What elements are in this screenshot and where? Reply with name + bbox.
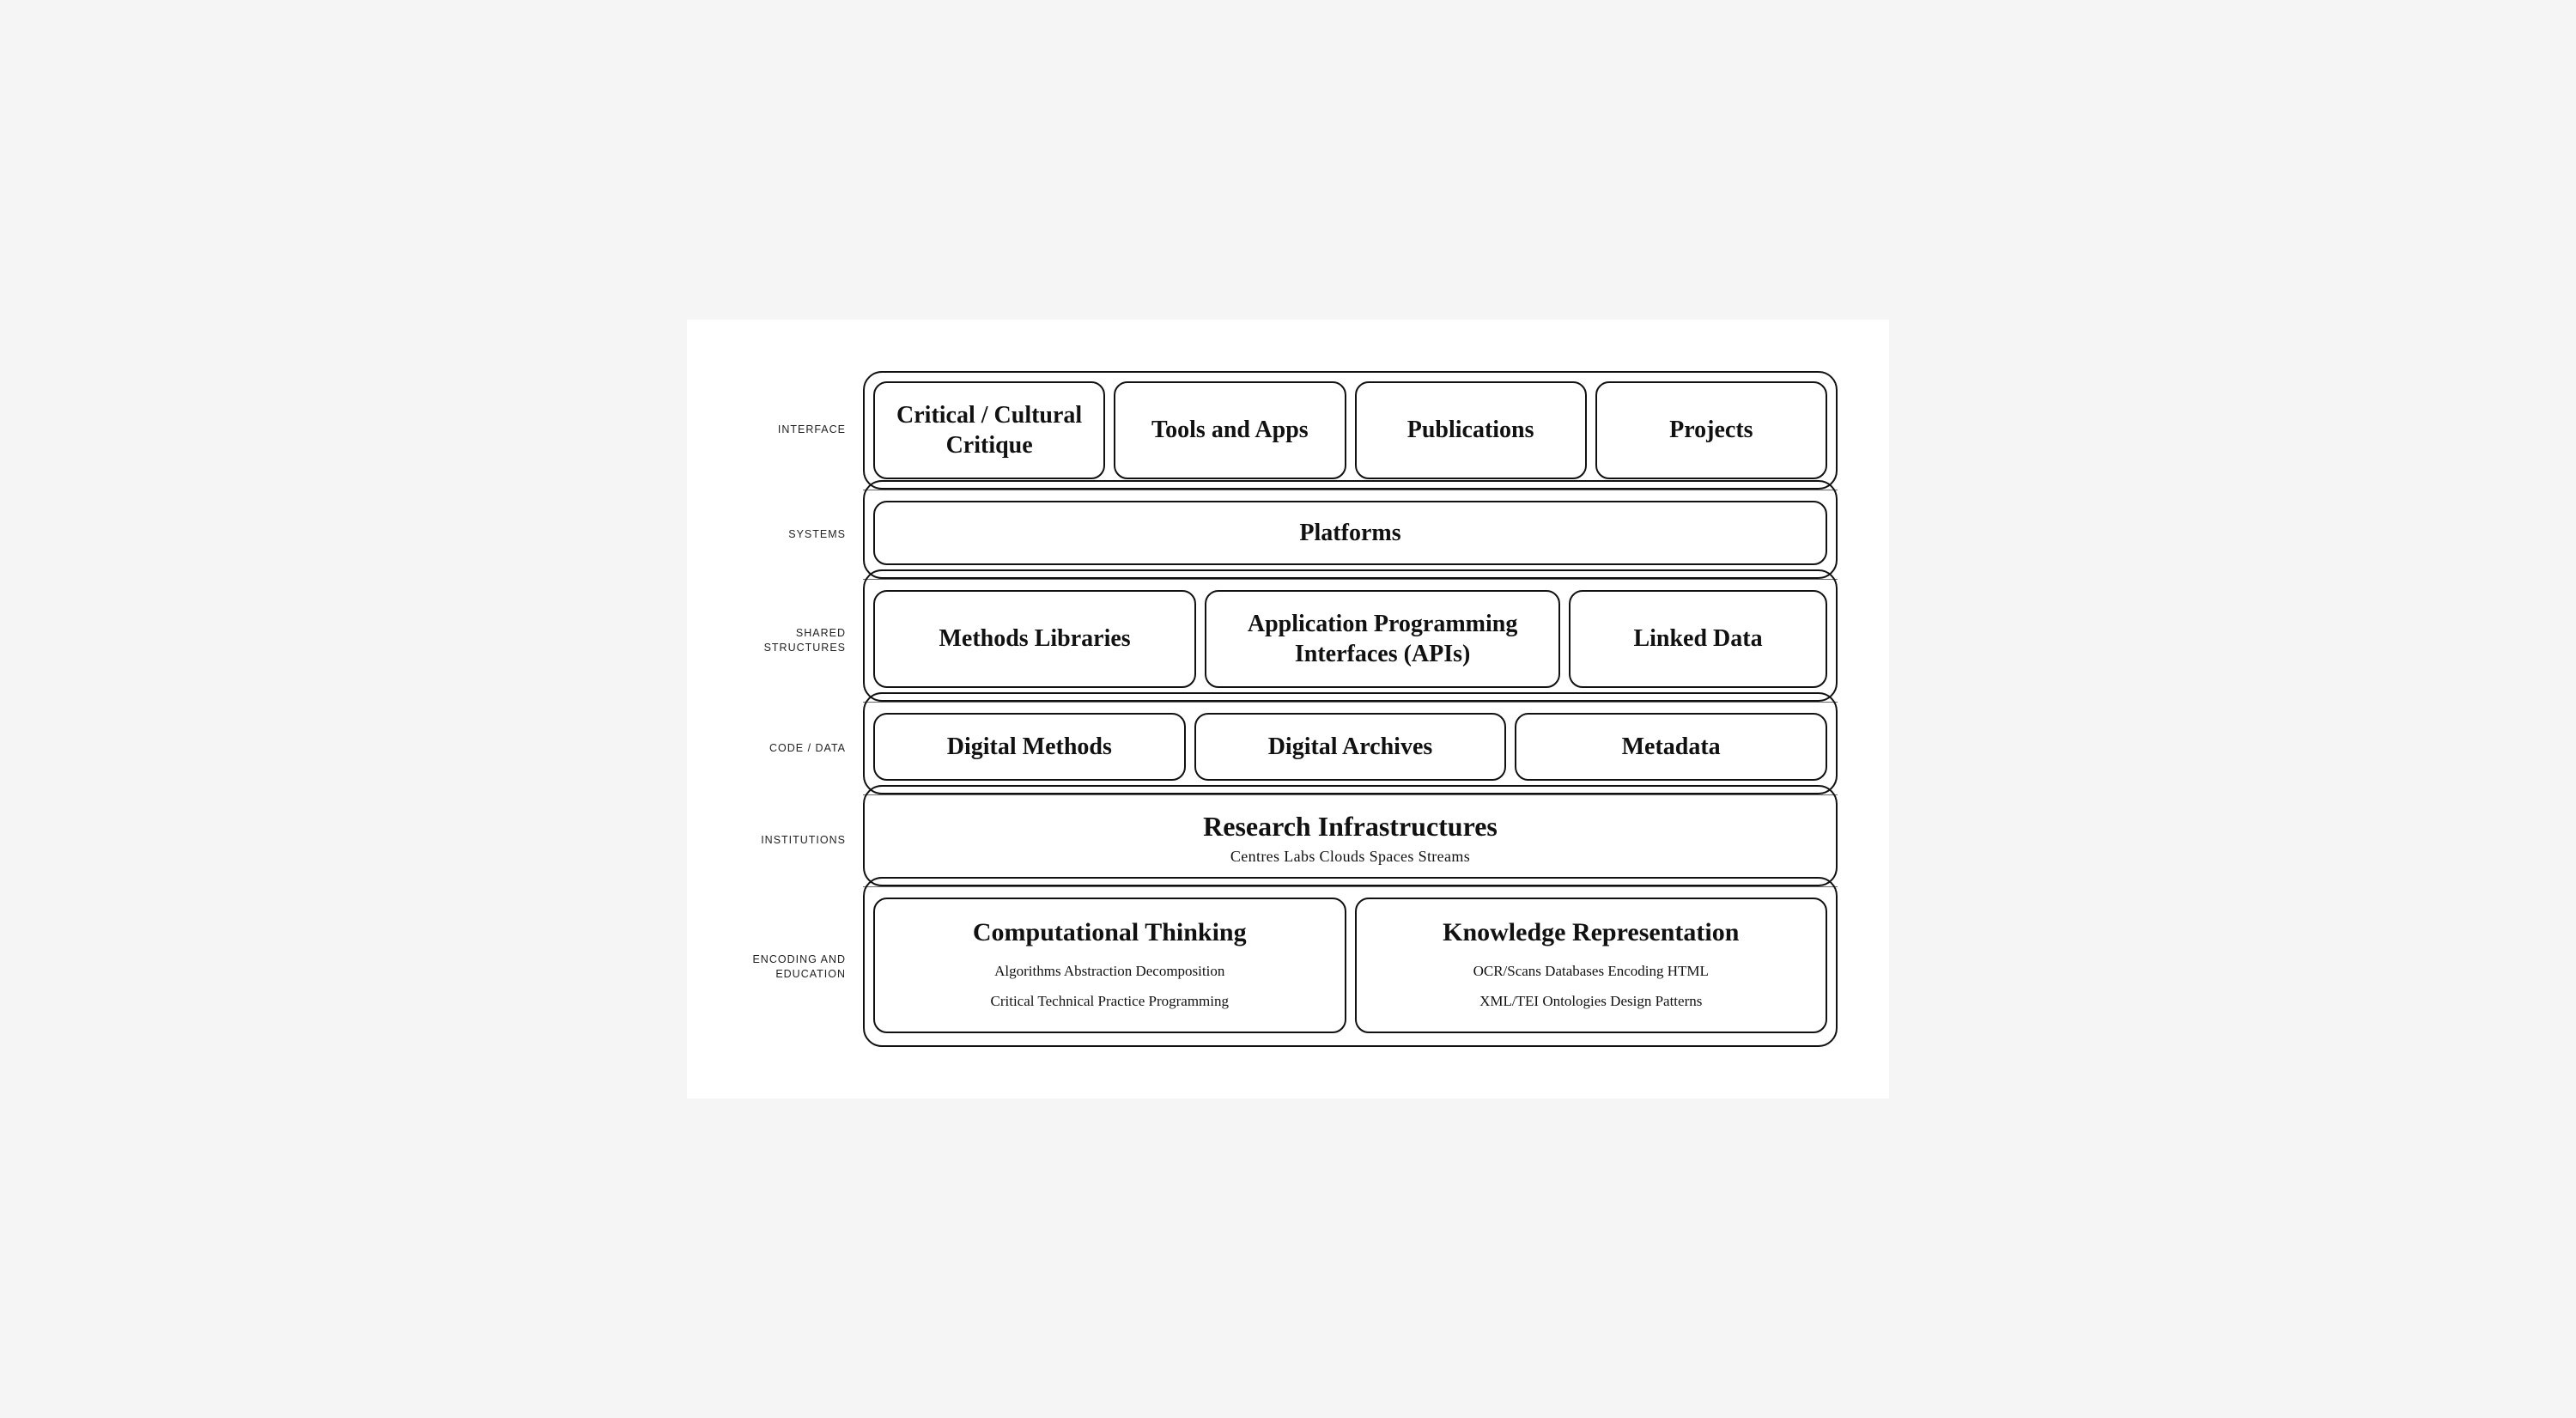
encoding-label: ENCODING andEDUCATION: [752, 952, 846, 982]
platforms-text: Platforms: [1299, 518, 1400, 548]
digital-archives-box[interactable]: Digital Archives: [1194, 713, 1507, 781]
projects-box[interactable]: Projects: [1595, 381, 1827, 479]
interface-row: INTERFACE Critical / Cultural Critique T…: [721, 371, 1838, 490]
computational-thinking-line1: Algorithms Abstraction Decomposition: [994, 959, 1224, 983]
digital-methods-box[interactable]: Digital Methods: [873, 713, 1186, 781]
encoding-content-area: Computational Thinking Algorithms Abstra…: [863, 887, 1838, 1047]
digital-archives-text: Digital Archives: [1268, 732, 1433, 762]
metadata-box[interactable]: Metadata: [1515, 713, 1827, 781]
knowledge-representation-title: Knowledge Representation: [1443, 918, 1739, 947]
shared-row: SHAREDSTRUCTURES Methods Libraries Appli…: [721, 580, 1838, 702]
shared-outer-box: Methods Libraries Application Programmin…: [863, 569, 1838, 702]
shared-grid: Methods Libraries Application Programmin…: [865, 578, 1836, 700]
encoding-outer-box: Computational Thinking Algorithms Abstra…: [863, 877, 1838, 1047]
projects-text: Projects: [1669, 415, 1753, 445]
critical-cultural-text: Critical / Cultural Critique: [889, 400, 1090, 460]
tools-apps-box[interactable]: Tools and Apps: [1114, 381, 1346, 479]
interface-label: INTERFACE: [778, 423, 846, 437]
methods-libraries-box[interactable]: Methods Libraries: [873, 590, 1196, 688]
code-label-area: CODE / DATA: [721, 703, 863, 794]
code-row: CODE / DATA Digital Methods Digital Arch…: [721, 703, 1838, 794]
linked-data-box[interactable]: Linked Data: [1569, 590, 1827, 688]
publications-box[interactable]: Publications: [1355, 381, 1587, 479]
diagram: INTERFACE Critical / Cultural Critique T…: [687, 320, 1889, 1098]
institutions-content-area: Research Infrastructures Centres Labs Cl…: [863, 795, 1838, 886]
apis-text: Application Programming Interfaces (APIs…: [1220, 609, 1545, 669]
platforms-box[interactable]: Platforms: [873, 501, 1827, 565]
interface-outer-box: Critical / Cultural Critique Tools and A…: [863, 371, 1838, 490]
computational-thinking-line2: Critical Technical Practice Programming: [991, 989, 1230, 1013]
code-grid: Digital Methods Digital Archives Metadat…: [865, 701, 1836, 793]
apis-box[interactable]: Application Programming Interfaces (APIs…: [1205, 590, 1560, 688]
institutions-row: INSTITUTIONS Research Infrastructures Ce…: [721, 795, 1838, 886]
digital-methods-text: Digital Methods: [947, 732, 1112, 762]
systems-content-area: Platforms: [863, 490, 1838, 579]
systems-outer-box: Platforms: [863, 480, 1838, 579]
institutions-label: INSTITUTIONS: [761, 833, 846, 848]
knowledge-representation-box[interactable]: Knowledge Representation OCR/Scans Datab…: [1355, 898, 1828, 1033]
systems-row: SYSTEMS Platforms: [721, 490, 1838, 579]
encoding-grid: Computational Thinking Algorithms Abstra…: [865, 885, 1836, 1045]
shared-content-area: Methods Libraries Application Programmin…: [863, 580, 1838, 702]
critical-cultural-box[interactable]: Critical / Cultural Critique: [873, 381, 1105, 479]
metadata-text: Metadata: [1622, 732, 1721, 762]
code-content-area: Digital Methods Digital Archives Metadat…: [863, 703, 1838, 794]
code-outer-box: Digital Methods Digital Archives Metadat…: [863, 692, 1838, 794]
systems-label: SYSTEMS: [788, 527, 846, 542]
research-infra-title: Research Infrastructures: [1203, 811, 1498, 843]
publications-text: Publications: [1407, 415, 1534, 445]
encoding-row: ENCODING andEDUCATION Computational Thin…: [721, 887, 1838, 1047]
systems-label-area: SYSTEMS: [721, 490, 863, 579]
interface-label-area: INTERFACE: [721, 371, 863, 490]
code-label: CODE / DATA: [769, 741, 846, 756]
computational-thinking-box[interactable]: Computational Thinking Algorithms Abstra…: [873, 898, 1346, 1033]
institutions-label-area: INSTITUTIONS: [721, 795, 863, 886]
interface-content: Critical / Cultural Critique Tools and A…: [863, 371, 1838, 490]
knowledge-representation-line1: OCR/Scans Databases Encoding HTML: [1473, 959, 1709, 983]
institutions-outer-box: Research Infrastructures Centres Labs Cl…: [863, 785, 1838, 886]
institutions-inner: Research Infrastructures Centres Labs Cl…: [865, 794, 1836, 885]
shared-label-area: SHAREDSTRUCTURES: [721, 580, 863, 702]
research-infra-subtitle: Centres Labs Clouds Spaces Streams: [1230, 848, 1470, 866]
linked-data-text: Linked Data: [1633, 624, 1762, 654]
shared-label: SHAREDSTRUCTURES: [764, 626, 846, 655]
interface-boxes-grid: Critical / Cultural Critique Tools and A…: [873, 381, 1827, 479]
knowledge-representation-line2: XML/TEI Ontologies Design Patterns: [1479, 989, 1702, 1013]
methods-libraries-text: Methods Libraries: [939, 624, 1130, 654]
encoding-label-area: ENCODING andEDUCATION: [721, 887, 863, 1047]
tools-apps-text: Tools and Apps: [1151, 415, 1309, 445]
computational-thinking-title: Computational Thinking: [973, 918, 1247, 947]
systems-inner: Platforms: [865, 489, 1836, 577]
